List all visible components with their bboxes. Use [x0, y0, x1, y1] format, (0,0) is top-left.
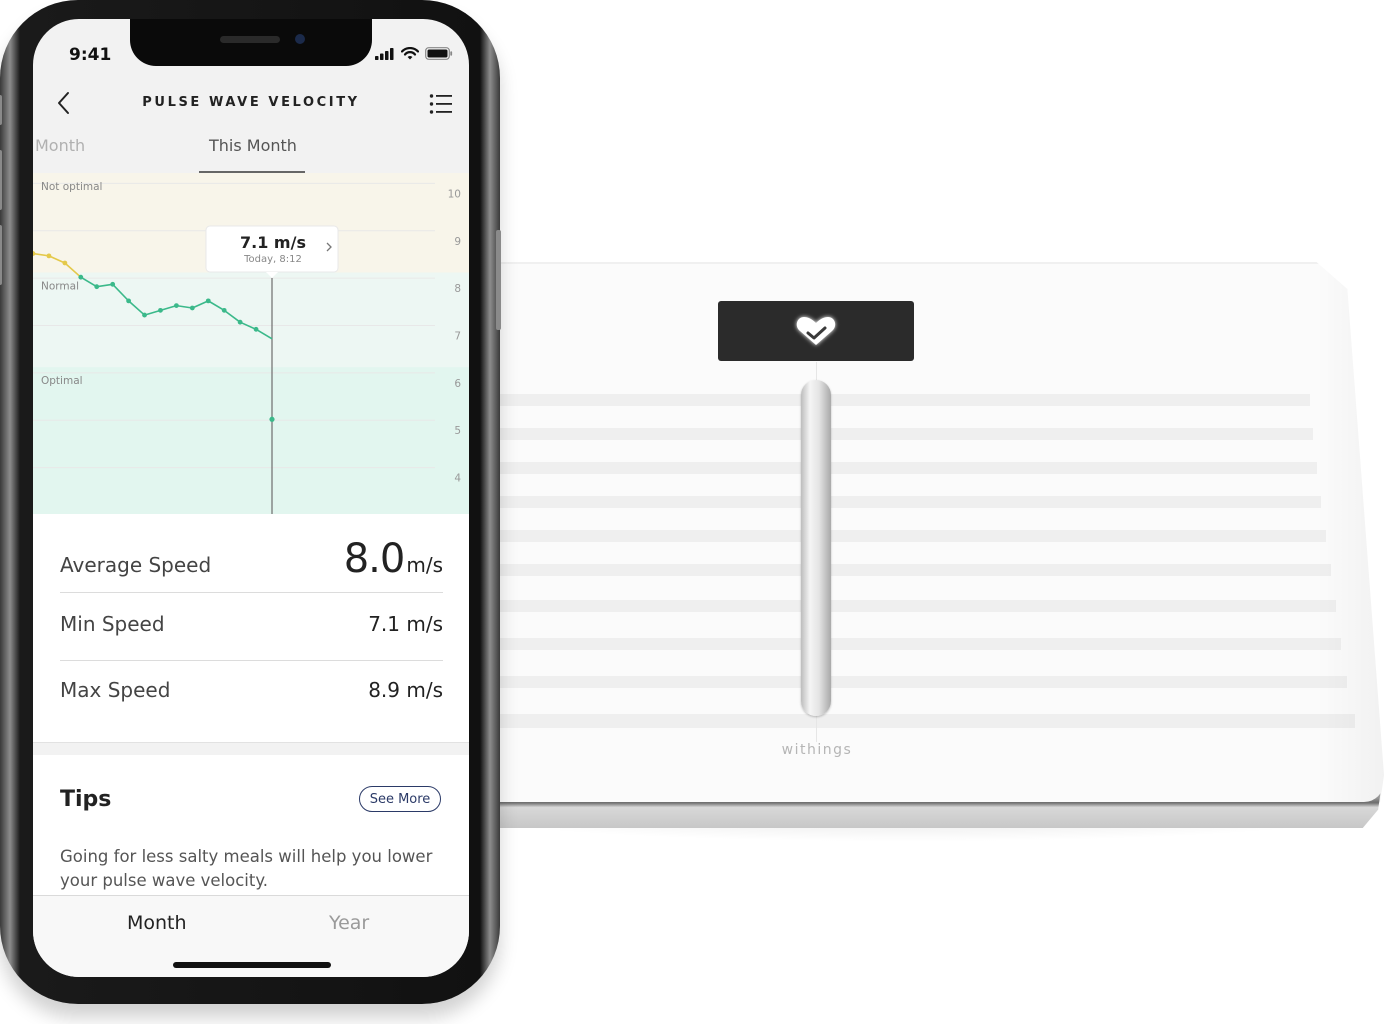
data-point: [78, 274, 84, 280]
tab-this-month[interactable]: This Month: [209, 136, 297, 155]
tips-card: Tips See More Going for less salty meals…: [33, 755, 469, 895]
bottom-tab-month[interactable]: Month: [127, 912, 187, 934]
data-point: [142, 312, 147, 318]
data-point: [205, 298, 211, 304]
phone-volume-down: [0, 225, 2, 285]
scale-edge-shade: [420, 262, 1384, 802]
phone-mute-switch: [0, 95, 2, 125]
data-point: [237, 319, 243, 325]
stat-max-label: Max Speed: [60, 678, 171, 702]
cellular-signal-icon: [375, 47, 394, 60]
list-icon: [429, 94, 452, 114]
pwv-chart[interactable]: Not optimal Normal Optimal 10 9 8 7 6 5 4 7.1 m/…: [33, 173, 469, 514]
zone-label-not-optimal: Not optimal: [41, 181, 102, 193]
zone-label-normal: Normal: [41, 280, 79, 292]
stats-panel: Average Speed 8.0 m/s Min Speed 7.1 m/s M…: [33, 514, 469, 742]
data-point: [126, 298, 131, 304]
earpiece-speaker: [220, 36, 280, 43]
phone-volume-up: [0, 150, 2, 210]
data-point: [46, 253, 52, 259]
y-tick-label: 4: [454, 473, 461, 485]
value-tooltip[interactable]: 7.1 m/s Today, 8:12: [205, 225, 339, 278]
tab-previous-month[interactable]: Month: [35, 136, 85, 155]
y-tick-label: 8: [454, 283, 461, 295]
list-view-button[interactable]: [429, 93, 453, 115]
status-time: 9:41: [69, 45, 112, 65]
tooltip-time: Today, 8:12: [243, 254, 302, 265]
tooltip-value: 7.1 m/s: [240, 233, 306, 252]
data-point: [269, 416, 275, 422]
y-tick-label: 5: [454, 425, 461, 437]
app-screen: 9:41 PULSE WAVE VELOCITY Month This Mont…: [33, 19, 469, 977]
y-tick-label: 7: [454, 331, 461, 343]
status-icons: [375, 47, 453, 60]
stat-average-label: Average Speed: [60, 553, 212, 577]
stat-min-value: 7.1 m/s: [368, 612, 443, 636]
data-point: [62, 260, 68, 266]
stat-average-unit: m/s: [406, 553, 443, 577]
body-cardio-scale: withings: [420, 262, 1388, 842]
zone-optimal: [33, 367, 469, 514]
stat-max-value: 8.9 m/s: [368, 678, 443, 702]
tips-text: Going for less salty meals will help you…: [60, 847, 433, 890]
see-more-button[interactable]: See More: [359, 786, 441, 812]
data-point: [158, 307, 163, 313]
stat-min-row: Min Speed 7.1 m/s: [60, 612, 443, 636]
data-point: [221, 307, 227, 313]
divider: [60, 660, 443, 661]
data-point: [189, 305, 195, 311]
data-point: [94, 284, 100, 290]
data-point: [253, 326, 259, 332]
section-separator: [33, 742, 469, 755]
y-tick-label: 9: [454, 236, 461, 248]
y-tick-label: 6: [454, 378, 461, 390]
stat-min-label: Min Speed: [60, 612, 165, 636]
stat-average-row: Average Speed 8.0 m/s: [60, 536, 443, 582]
stat-average-value: 8.0: [343, 536, 406, 582]
home-indicator[interactable]: [173, 962, 331, 968]
phone-notch: [130, 19, 372, 66]
phone-frame: 9:41 PULSE WAVE VELOCITY Month This Mont…: [0, 0, 501, 1004]
bottom-tab-year[interactable]: Year: [329, 912, 369, 934]
zone-label-optimal: Optimal: [41, 375, 83, 387]
y-tick-label: 10: [448, 188, 461, 200]
tips-title: Tips: [60, 787, 112, 812]
battery-icon: [425, 47, 453, 60]
stat-max-row: Max Speed 8.9 m/s: [60, 678, 443, 702]
bottom-tab-bar: Month Year: [33, 895, 469, 977]
stat-average-value-group: 8.0 m/s: [344, 536, 443, 582]
data-point: [174, 303, 179, 309]
divider: [60, 592, 443, 593]
front-camera: [295, 34, 305, 44]
page-title: PULSE WAVE VELOCITY: [142, 95, 360, 110]
data-point: [110, 281, 116, 287]
phone-side-button: [496, 230, 501, 330]
wifi-icon: [401, 47, 419, 60]
